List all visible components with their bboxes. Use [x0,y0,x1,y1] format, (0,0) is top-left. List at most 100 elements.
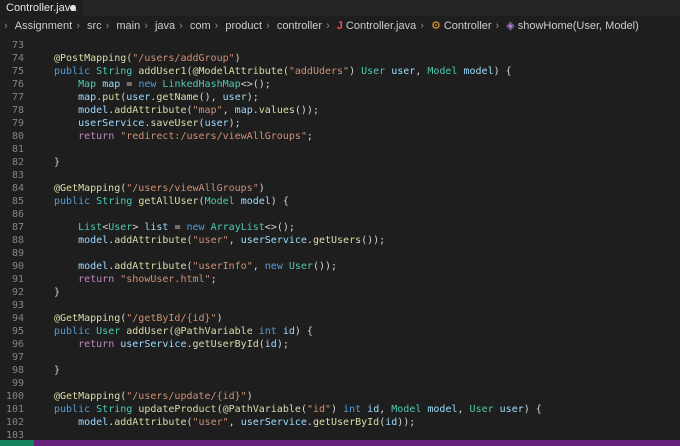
breadcrumb-item[interactable]: product [225,16,262,36]
code-line[interactable]: 88 model.addAttribute("user", userServic… [0,234,680,247]
code-line[interactable]: 75 public String addUser1(@ModelAttribute… [0,65,680,78]
code-token: , [379,404,392,415]
code-token: Model [427,66,464,77]
code-token: ) [246,391,253,402]
code-line[interactable]: 80 return "redirect:/users/viewAllGroups… [0,130,680,143]
code-line[interactable]: 93 [0,299,680,312]
code-token: int [258,326,283,337]
code-line[interactable]: 97 [0,351,680,364]
code-line[interactable]: 96 return userService.getUserById(id); [0,338,680,351]
code-token: "addUders" [288,66,350,77]
code-token: ) [216,313,223,324]
breadcrumb-item[interactable]: main [116,16,140,36]
code-line[interactable]: 85 public String getAllUser(Model model) … [0,195,680,208]
code-line[interactable]: 98} [0,364,680,377]
code-token: "showUser.html" [120,274,211,285]
breadcrumb-item[interactable]: src [87,16,102,36]
code-token: User [361,66,392,77]
code-token: ) { [523,404,542,415]
code-token: user [222,92,247,103]
line-number: 75 [11,66,24,77]
code-token: user [499,404,524,415]
code-token: model [78,235,109,246]
breadcrumb-item[interactable]: Assignment [15,16,72,36]
tab-controller-java[interactable]: Controller.java [0,0,82,16]
code-token: list [144,222,169,233]
code-text: } [54,286,60,299]
code-line[interactable]: 91 return "showUser.html"; [0,273,680,286]
code-line[interactable]: 103 [0,429,680,440]
code-line[interactable]: 94 @GetMapping("/getById/{id}") [0,312,680,325]
code-token: getName [156,92,199,103]
code-text: public String updateProduct(@PathVariabl… [54,403,542,416]
code-line[interactable]: 74 @PostMapping("/users/addGroup") [0,52,680,65]
line-number: 101 [5,404,24,415]
code-text: userService.saveUser(user); [54,117,241,130]
code-line[interactable]: 100 @GetMapping("/users/update/{id}") [0,390,680,403]
code-token: saveUser [150,118,199,129]
code-token: id [264,339,277,350]
code-line[interactable]: 79 userService.saveUser(user); [0,117,680,130]
code-token: public [54,196,97,207]
method-icon: ◈ [506,20,515,32]
breadcrumb-item[interactable]: Controller [444,16,492,36]
code-line[interactable]: 89 [0,247,680,260]
code-token: model [427,404,458,415]
code-token: "redirect:/users/viewAllGroups" [120,131,307,142]
code-token: userService [78,118,145,129]
breadcrumb-item[interactable]: controller [277,16,322,36]
code-line[interactable]: 82} [0,156,680,169]
code-line[interactable]: 73 [0,39,680,52]
code-token: id [385,417,398,428]
code-token: , [252,261,265,272]
code-token: model [240,196,271,207]
breadcrumb-item[interactable]: Controller.java [346,16,416,36]
code-line[interactable]: 92} [0,286,680,299]
code-token: new [138,79,163,90]
breadcrumb-item[interactable]: com [190,16,211,36]
code-editor[interactable]: 73 74 @PostMapping("/users/addGroup") 75 pub… [0,36,680,440]
code-token: updateProduct [138,404,217,415]
code-line[interactable]: 84 @GetMapping("/users/viewAllGroups") [0,182,680,195]
code-token: addAttribute [114,261,187,272]
code-token: values [258,105,295,116]
code-token: ) { [270,196,289,207]
remote-indicator[interactable] [0,440,34,446]
code-line[interactable]: 102 model.addAttribute("user", userServi… [0,416,680,429]
code-line[interactable]: 86 [0,208,680,221]
code-line[interactable]: 77 map.put(user.getName(), user); [0,91,680,104]
code-line[interactable]: 99 [0,377,680,390]
breadcrumb-item[interactable]: java [155,16,175,36]
code-token: List [78,222,103,233]
chevron-right-icon: › [179,20,183,32]
code-text: public String addUser1(@ModelAttribute("… [54,65,512,78]
code-token: "user" [192,417,229,428]
code-token: Model [391,404,428,415]
code-token: Model [204,196,241,207]
breadcrumb-item[interactable]: showHome(User, Model) [518,16,639,36]
code-token: String [96,196,139,207]
code-token: String [96,404,139,415]
code-line[interactable]: 87 List<User> list = new ArrayList<>(); [0,221,680,234]
code-line[interactable]: 83 [0,169,680,182]
code-line[interactable]: 101 public String updateProduct(@PathVari… [0,403,680,416]
chevron-right-icon: › [214,20,219,32]
line-number: 103 [5,430,24,440]
unsaved-dot-icon[interactable] [70,5,76,11]
code-line[interactable]: 95 public User addUser(@PathVariable int … [0,325,680,338]
code-text: model.addAttribute("userInfo", new User(… [54,260,337,273]
code-line[interactable]: 81 [0,143,680,156]
code-token: new [186,222,211,233]
code-token: <>(); [240,79,271,90]
code-token: ) { [493,66,512,77]
chevron-right-icon: › [266,20,270,32]
code-line[interactable]: 90 model.addAttribute("userInfo", new Us… [0,260,680,273]
code-text: Map map = new LinkedHashMap<>(); [54,78,271,91]
code-line[interactable]: 76 Map map = new LinkedHashMap<>(); [0,78,680,91]
code-token: , [228,235,241,246]
code-line[interactable]: 78 model.addAttribute("map", map.values(… [0,104,680,117]
